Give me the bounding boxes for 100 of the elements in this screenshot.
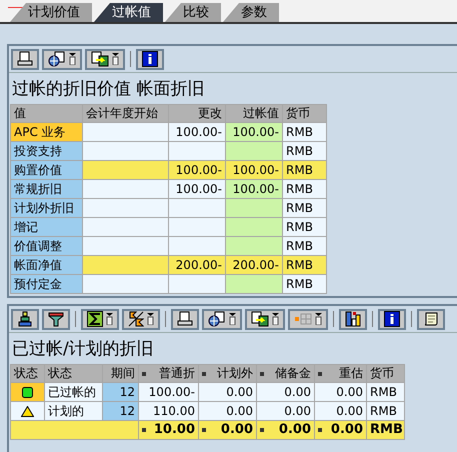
sort-icon (17, 311, 33, 327)
table-cell: 100.00- (169, 161, 225, 179)
toolbar-button[interactable] (417, 308, 445, 330)
sum-marker-icon (202, 428, 206, 432)
layout-grid-icon (294, 311, 312, 327)
table-cell: RMB (283, 256, 326, 274)
table-cell: 0.00 (199, 383, 256, 401)
table-cell: 100.00- (169, 123, 225, 141)
menu-button[interactable] (202, 308, 242, 330)
sum-marker-icon (318, 428, 322, 432)
table-cell (169, 218, 225, 236)
table-cell (226, 275, 282, 293)
status-square-icon (22, 386, 33, 398)
table-cell: RMB (283, 180, 326, 198)
table-cell: RMB (283, 142, 326, 160)
sum-marker-icon (260, 428, 264, 432)
table-cell: 100.00- (139, 383, 198, 401)
document-globe-icon (48, 51, 66, 67)
table-cell: 100.00- (169, 180, 225, 198)
menu-button[interactable] (122, 308, 160, 330)
table-cell: 0.00 (257, 383, 314, 401)
table-cell (169, 142, 225, 160)
total-cell: 0.00 (330, 421, 363, 439)
table-cell: 100.00- (226, 161, 282, 179)
table-cell: 100.00- (226, 123, 282, 141)
sum-marker-icon (318, 372, 322, 376)
column-header: 计划外 (199, 365, 256, 382)
total-cell: 10.00 (154, 421, 195, 439)
table-cell: RMB (283, 123, 326, 141)
table-cell: RMB (367, 383, 404, 401)
table-cell (169, 275, 225, 293)
column-header: 更改 (169, 105, 225, 122)
row-label[interactable]: 增记 (11, 218, 82, 236)
table-cell: RMB (283, 161, 326, 179)
filter-icon (48, 311, 64, 327)
row-label[interactable]: 购置价值 (11, 161, 82, 179)
toolbar-button[interactable] (11, 308, 39, 330)
table-cell: 200.00- (226, 256, 282, 274)
tab[interactable]: 参数 (223, 3, 279, 22)
toolbar-button[interactable] (339, 308, 367, 330)
tab[interactable]: 计划价值 (10, 3, 92, 22)
table-cell (226, 199, 282, 217)
table-cell (169, 237, 225, 255)
tab[interactable]: 过帐值 (94, 3, 163, 22)
table-cell: 100.00- (226, 180, 282, 198)
dropdown-icon (112, 53, 119, 65)
total-cell: 0.00 (278, 421, 311, 439)
printer-icon (17, 51, 33, 67)
panel-title: 过帐的折旧价值 帐面折旧 (11, 78, 206, 101)
menu-button[interactable] (288, 308, 328, 330)
column-header: 期间 (103, 365, 138, 382)
dropdown-icon (69, 53, 76, 65)
sum-marker-icon (202, 372, 206, 376)
row-label[interactable]: 投资支持 (11, 142, 82, 160)
total-cell: RMB (370, 421, 403, 439)
table-cell: 计划的 (45, 402, 102, 420)
toolbar-button[interactable] (378, 308, 406, 330)
status-cell[interactable] (11, 402, 44, 420)
tab[interactable]: 比较 (165, 3, 221, 22)
column-header: 状态 (45, 365, 102, 382)
total-cell: 0.00 (220, 421, 253, 439)
panel-title: 已过帐/计划的折旧 (11, 338, 155, 361)
table-cell (169, 199, 225, 217)
table-cell: 0.00 (199, 402, 256, 420)
info-icon (142, 51, 158, 67)
toolbar-button[interactable] (42, 308, 70, 330)
column-header: 状态 (11, 365, 44, 382)
status-cell[interactable] (11, 383, 44, 401)
sum-marker-icon (142, 372, 146, 376)
dropdown-icon (106, 313, 113, 325)
table-cell: 0.00 (315, 383, 366, 401)
column-header: 值 (11, 105, 82, 122)
document-globe-icon (208, 311, 226, 327)
table-cell: 0.00 (257, 402, 314, 420)
menu-button[interactable] (245, 308, 285, 330)
menu-button[interactable] (42, 48, 82, 70)
column-header: 储备金 (257, 365, 314, 382)
warning-triangle-icon (21, 406, 34, 416)
table-cell: 12 (103, 402, 138, 420)
row-label[interactable]: 帐面净值 (11, 256, 82, 274)
toolbar-button[interactable] (11, 48, 39, 70)
row-label[interactable]: APC 业务 (11, 123, 82, 141)
menu-button[interactable] (85, 48, 125, 70)
column-header: 过帐值 (226, 105, 282, 122)
column-header: 普通折 (139, 365, 198, 382)
menu-button[interactable] (81, 308, 119, 330)
row-label[interactable]: 常规折旧 (11, 180, 82, 198)
column-header: 重估 (315, 365, 366, 382)
toolbar-button[interactable] (171, 308, 199, 330)
dropdown-icon (272, 313, 279, 325)
table-cell: 0.00 (315, 402, 366, 420)
table-cell: RMB (283, 237, 326, 255)
row-label[interactable]: 计划外折旧 (11, 199, 82, 217)
export-icon (91, 51, 109, 67)
table-cell: 110.00 (139, 402, 198, 420)
sum-icon (87, 311, 103, 327)
toolbar-button[interactable] (136, 48, 164, 70)
printer-icon (177, 311, 193, 327)
row-label[interactable]: 预付定金 (11, 275, 82, 293)
row-label[interactable]: 价值调整 (11, 237, 82, 255)
